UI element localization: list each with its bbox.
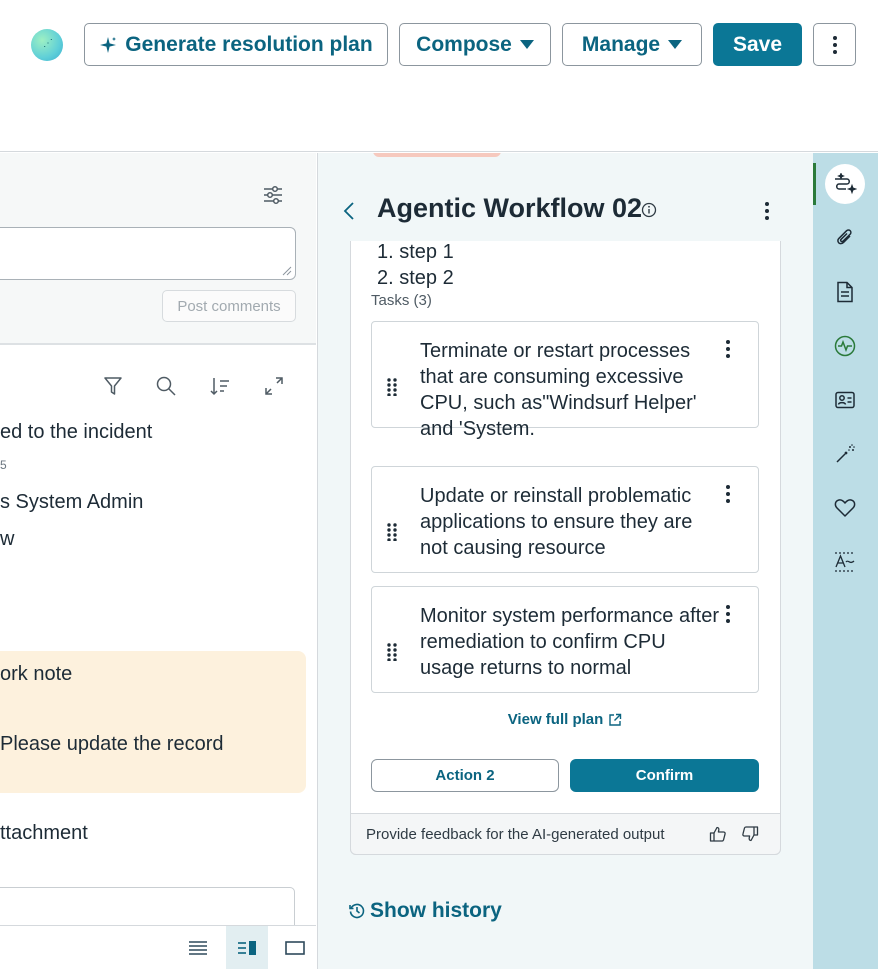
rail-favorite[interactable] (825, 488, 865, 528)
activity-title: ed to the incident (0, 421, 153, 443)
expand-icon[interactable] (263, 375, 285, 397)
work-note-body: Please update the record (0, 733, 224, 755)
activity-pulse-icon (834, 335, 856, 357)
rail-magic[interactable] (825, 434, 865, 474)
action-2-button[interactable]: Action 2 (371, 759, 559, 792)
manage-dropdown[interactable]: Manage (562, 23, 702, 66)
sort-icon[interactable] (209, 375, 231, 397)
more-vertical-icon (832, 35, 837, 54)
workflow-ai-icon (835, 173, 857, 195)
show-history-link[interactable]: Show history (348, 899, 502, 923)
list-view-button[interactable] (177, 926, 219, 969)
history-clock-icon (349, 903, 365, 919)
sparkle-icon (100, 36, 117, 53)
settings-sliders-icon[interactable] (262, 184, 284, 206)
more-vertical-icon[interactable] (726, 340, 730, 358)
show-history-label: Show history (370, 899, 502, 922)
confirm-label: Confirm (635, 767, 694, 784)
workflow-header: Agentic Workflow 02 (318, 153, 813, 241)
more-vertical-icon[interactable] (726, 605, 730, 623)
list-view-icon (189, 940, 207, 955)
left-panel: Post comments ed to the incident 5 s Sys… (0, 153, 316, 969)
workflow-title: Agentic Workflow 02 (377, 193, 643, 223)
caret-down-icon (668, 40, 683, 49)
comment-textarea[interactable] (0, 227, 296, 280)
heart-icon (834, 499, 856, 517)
view-toggle-bar (0, 925, 316, 969)
status-avatar[interactable]: ⋰ (31, 29, 63, 61)
magic-wand-icon (836, 444, 855, 463)
post-comments-label: Post comments (177, 297, 281, 315)
caret-down-icon (519, 40, 534, 49)
task-card[interactable]: Terminate or restart processes that are … (371, 321, 759, 440)
work-note-title: ork note (0, 663, 73, 685)
active-indicator (813, 163, 816, 205)
manage-label: Manage (581, 32, 661, 56)
filter-icon[interactable] (103, 375, 123, 397)
post-comments-button[interactable]: Post comments (162, 290, 296, 322)
info-icon[interactable] (641, 202, 657, 218)
split-view-icon (238, 940, 256, 955)
rail-document[interactable] (825, 272, 865, 312)
rail-workflow-ai[interactable] (825, 164, 865, 204)
status-badge (373, 153, 501, 157)
feedback-bar: Provide feedback for the AI-generated ou… (350, 813, 781, 855)
tasks-label: Tasks (3) (371, 292, 432, 309)
task-text: Update or reinstall problematic applicat… (420, 485, 693, 559)
drag-handle-icon[interactable] (387, 378, 397, 396)
single-view-icon (285, 940, 305, 955)
task-text: Terminate or restart processes that are … (420, 340, 697, 440)
task-text: Monitor system performance after remedia… (420, 605, 719, 679)
rail-activity[interactable] (825, 326, 865, 366)
rail-ai-text[interactable] (825, 542, 865, 582)
compose-dropdown[interactable]: Compose (399, 23, 551, 66)
task-card[interactable]: Update or reinstall problematic applicat… (371, 466, 759, 573)
document-icon (837, 281, 853, 303)
single-view-button[interactable] (274, 926, 316, 969)
step-item: 2. step 2 (377, 267, 454, 289)
rail-contact[interactable] (825, 380, 865, 420)
more-vertical-icon[interactable] (765, 202, 769, 220)
attachment-title: ttachment (0, 822, 88, 844)
feedback-text: Provide feedback for the AI-generated ou… (366, 826, 665, 843)
view-full-plan-label: View full plan (507, 711, 604, 728)
header: ⋰ Generate resolution plan Compose Manag… (0, 0, 878, 152)
sparkle-dots-icon: ⋰ (43, 38, 53, 49)
save-label: Save (732, 32, 783, 56)
view-full-plan-link[interactable]: View full plan (371, 711, 759, 728)
generate-resolution-plan-button[interactable]: Generate resolution plan (84, 23, 388, 66)
more-actions-button[interactable] (813, 23, 856, 66)
workflow-panel: 1. step 1 2. step 2 Agentic Workflow 02 … (317, 153, 813, 969)
ai-text-icon (835, 552, 855, 572)
comments-section: Post comments (0, 153, 316, 345)
steps-list: 1. step 1 2. step 2 (377, 239, 454, 291)
right-rail (813, 153, 878, 969)
thumbs-down-icon[interactable] (741, 825, 759, 843)
action-2-label: Action 2 (435, 767, 495, 784)
activity-line: s System Admin (0, 491, 144, 513)
activity-line: w (0, 528, 15, 550)
search-icon[interactable] (155, 375, 177, 397)
contact-card-icon (835, 391, 855, 409)
task-card[interactable]: Monitor system performance after remedia… (371, 586, 759, 693)
drag-handle-icon[interactable] (387, 643, 397, 661)
chevron-left-icon[interactable] (343, 201, 355, 221)
external-link-icon (609, 713, 622, 726)
work-note-card: ork note Please update the record (0, 651, 306, 793)
drag-handle-icon[interactable] (387, 523, 397, 541)
split-view-button[interactable] (226, 926, 268, 969)
resize-handle-icon[interactable] (280, 264, 292, 276)
paperclip-icon (837, 229, 852, 245)
step-item: 1. step 1 (377, 241, 454, 263)
compose-label: Compose (416, 32, 512, 56)
activity-meta: 5 (0, 458, 7, 472)
thumbs-up-icon[interactable] (709, 825, 727, 843)
generate-label: Generate resolution plan (125, 32, 373, 56)
save-button[interactable]: Save (713, 23, 802, 66)
rail-attachments[interactable] (825, 218, 865, 258)
confirm-button[interactable]: Confirm (570, 759, 759, 792)
more-vertical-icon[interactable] (726, 485, 730, 503)
